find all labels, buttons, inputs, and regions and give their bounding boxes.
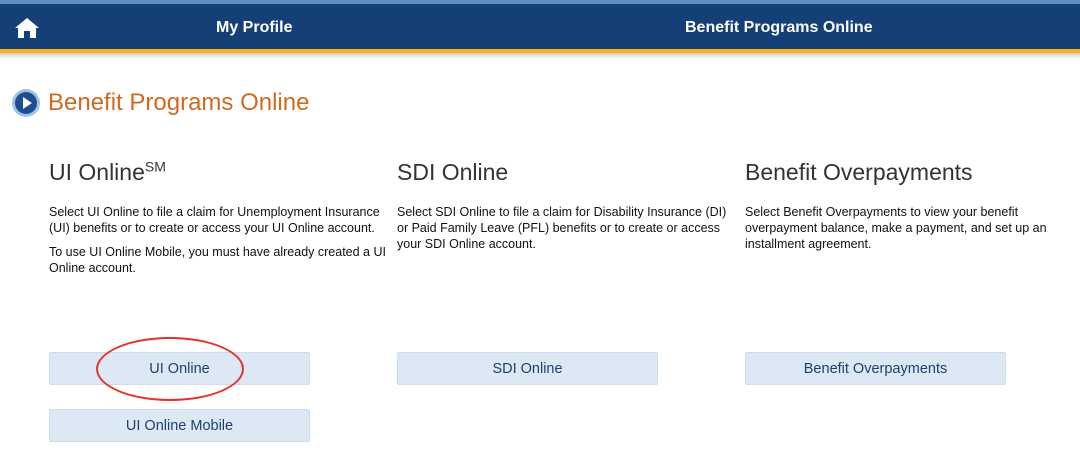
section-title: Benefit Overpayments (745, 159, 973, 185)
ui-online-mobile-button[interactable]: UI Online Mobile (49, 409, 310, 442)
annotation-highlight-circle (96, 337, 244, 401)
section-title: UI OnlineSM (49, 158, 166, 185)
section-description: Select Benefit Overpayments to view your… (745, 205, 1047, 251)
section-ui-online: UI OnlineSM Select UI Online to file a c… (49, 158, 389, 284)
section-sdi-online: SDI Online Select SDI Online to file a c… (397, 158, 737, 260)
top-navbar: My Profile Benefit Programs Online (0, 4, 1080, 49)
nav-benefit-programs-online[interactable]: Benefit Programs Online (685, 19, 873, 37)
nav-my-profile[interactable]: My Profile (216, 19, 292, 37)
navbar-shadow (0, 53, 1080, 59)
section-description: Select SDI Online to file a claim for Di… (397, 205, 727, 251)
section-description: To use UI Online Mobile, you must have a… (49, 245, 386, 275)
section-description: Select UI Online to file a claim for Une… (49, 205, 380, 235)
section-benefit-overpayments: Benefit Overpayments Select Benefit Over… (745, 158, 1075, 260)
sdi-online-button[interactable]: SDI Online (397, 352, 658, 385)
home-icon[interactable] (12, 15, 42, 41)
play-circle-icon (12, 89, 40, 117)
benefit-overpayments-button[interactable]: Benefit Overpayments (745, 352, 1006, 385)
section-title: SDI Online (397, 159, 509, 185)
page-title: Benefit Programs Online (48, 89, 310, 116)
service-mark: SM (144, 158, 166, 175)
